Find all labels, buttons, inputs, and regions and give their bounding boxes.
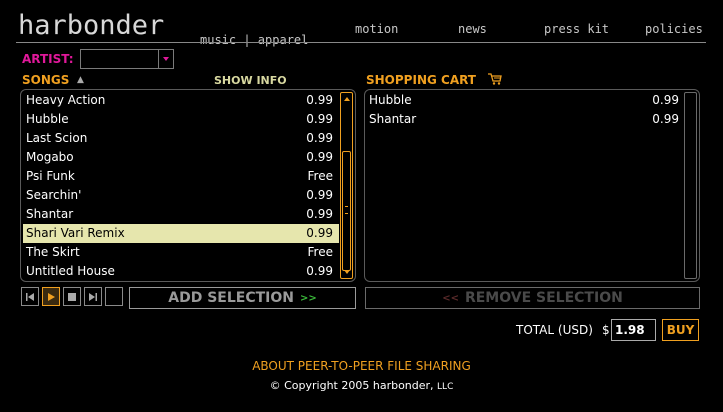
song-row-selected[interactable]: Shari Vari Remix 0.99 <box>23 224 339 243</box>
scroll-down-icon[interactable] <box>344 270 350 274</box>
arrows-right-icon: >> <box>299 292 317 304</box>
add-selection-button[interactable]: ADD SELECTION >> <box>129 287 356 309</box>
currency-symbol: $ <box>602 323 610 337</box>
song-row[interactable]: Searchin' 0.99 <box>23 186 339 205</box>
artist-dropdown[interactable] <box>80 49 174 69</box>
next-button[interactable] <box>84 287 102 306</box>
song-name: Psi Funk <box>26 169 75 183</box>
shopping-cart-header: SHOPPING CART <box>366 73 476 87</box>
nav-policies[interactable]: policies <box>645 22 703 36</box>
scroll-up-icon[interactable] <box>344 97 350 101</box>
scroll-thumb[interactable] <box>342 151 351 271</box>
total-label: TOTAL (USD) <box>516 323 593 337</box>
cart-row[interactable]: Shantar 0.99 <box>367 110 679 129</box>
show-info-button[interactable]: SHOW INFO <box>214 74 287 87</box>
song-row[interactable]: Heavy Action 0.99 <box>23 91 339 110</box>
skip-back-icon <box>26 292 34 301</box>
total-amount: 1.98 <box>611 319 656 341</box>
cart-list[interactable]: Hubble 0.99 Shantar 0.99 <box>364 89 700 282</box>
song-row[interactable]: Shantar 0.99 <box>23 205 339 224</box>
shopping-cart-icon <box>488 73 502 85</box>
song-name: Mogabo <box>26 150 74 164</box>
song-name: Searchin' <box>26 188 82 202</box>
copyright: © Copyright 2005 harbonder, LLC <box>0 379 723 392</box>
grip-icon <box>345 206 348 214</box>
song-row[interactable]: Untitled House 0.99 <box>23 262 339 281</box>
play-button[interactable] <box>42 287 60 306</box>
cart-row[interactable]: Hubble 0.99 <box>367 91 679 110</box>
nav-motion[interactable]: motion <box>355 22 398 36</box>
cart-item-name: Shantar <box>369 112 417 126</box>
play-icon <box>48 292 55 301</box>
song-price: Free <box>307 245 333 259</box>
song-name: Hubble <box>26 112 69 126</box>
site-logo[interactable]: harbonder <box>18 10 164 41</box>
cart-item-price: 0.99 <box>652 93 679 107</box>
song-name: The Skirt <box>26 245 80 259</box>
song-row[interactable]: Psi Funk Free <box>23 167 339 186</box>
stop-button[interactable] <box>63 287 81 306</box>
chevron-down-icon[interactable] <box>158 50 173 68</box>
song-price: 0.99 <box>306 112 333 126</box>
song-price: 0.99 <box>306 150 333 164</box>
song-price: 0.99 <box>306 264 333 278</box>
song-list[interactable]: Heavy Action 0.99 Hubble 0.99 Last Scion… <box>20 89 356 282</box>
site-tagline: music | apparel <box>200 33 309 47</box>
remove-selection-label: REMOVE SELECTION <box>464 290 623 306</box>
song-price: 0.99 <box>306 188 333 202</box>
song-price: 0.99 <box>306 207 333 221</box>
song-name: Heavy Action <box>26 93 106 107</box>
song-row[interactable]: The Skirt Free <box>23 243 339 262</box>
song-name: Last Scion <box>26 131 88 145</box>
song-name: Shantar <box>26 207 74 221</box>
nav-news[interactable]: news <box>458 22 487 36</box>
song-list-scrollbar[interactable] <box>340 92 353 279</box>
song-name: Untitled House <box>26 264 115 278</box>
header-divider <box>16 42 706 43</box>
song-price: 0.99 <box>306 131 333 145</box>
cart-item-name: Hubble <box>369 93 412 107</box>
arrows-left-icon: << <box>442 292 459 304</box>
cart-item-price: 0.99 <box>652 112 679 126</box>
add-selection-label: ADD SELECTION <box>168 290 294 306</box>
copyright-suffix: LLC <box>437 382 454 392</box>
p2p-info-link[interactable]: ABOUT PEER-TO-PEER FILE SHARING <box>0 359 723 373</box>
song-price: Free <box>307 169 333 183</box>
skip-forward-icon <box>89 292 97 301</box>
song-row[interactable]: Hubble 0.99 <box>23 110 339 129</box>
sort-icon[interactable]: ▲ <box>77 75 84 85</box>
nav-press-kit[interactable]: press kit <box>544 22 609 36</box>
buy-button[interactable]: BUY <box>662 319 699 341</box>
stop-icon <box>68 292 76 301</box>
song-price: 0.99 <box>306 93 333 107</box>
song-row[interactable]: Mogabo 0.99 <box>23 148 339 167</box>
song-price: 0.99 <box>306 226 333 240</box>
extra-control-button[interactable] <box>105 287 123 306</box>
artist-label: ARTIST: <box>22 52 74 66</box>
song-row[interactable]: Last Scion 0.99 <box>23 129 339 148</box>
songs-header[interactable]: SONGS <box>22 73 69 87</box>
copyright-text: © Copyright 2005 harbonder, <box>269 379 434 392</box>
cart-list-scrollbar[interactable] <box>684 92 697 279</box>
remove-selection-button[interactable]: << REMOVE SELECTION <box>365 287 700 309</box>
song-name: Shari Vari Remix <box>26 226 125 240</box>
previous-button[interactable] <box>21 287 39 306</box>
